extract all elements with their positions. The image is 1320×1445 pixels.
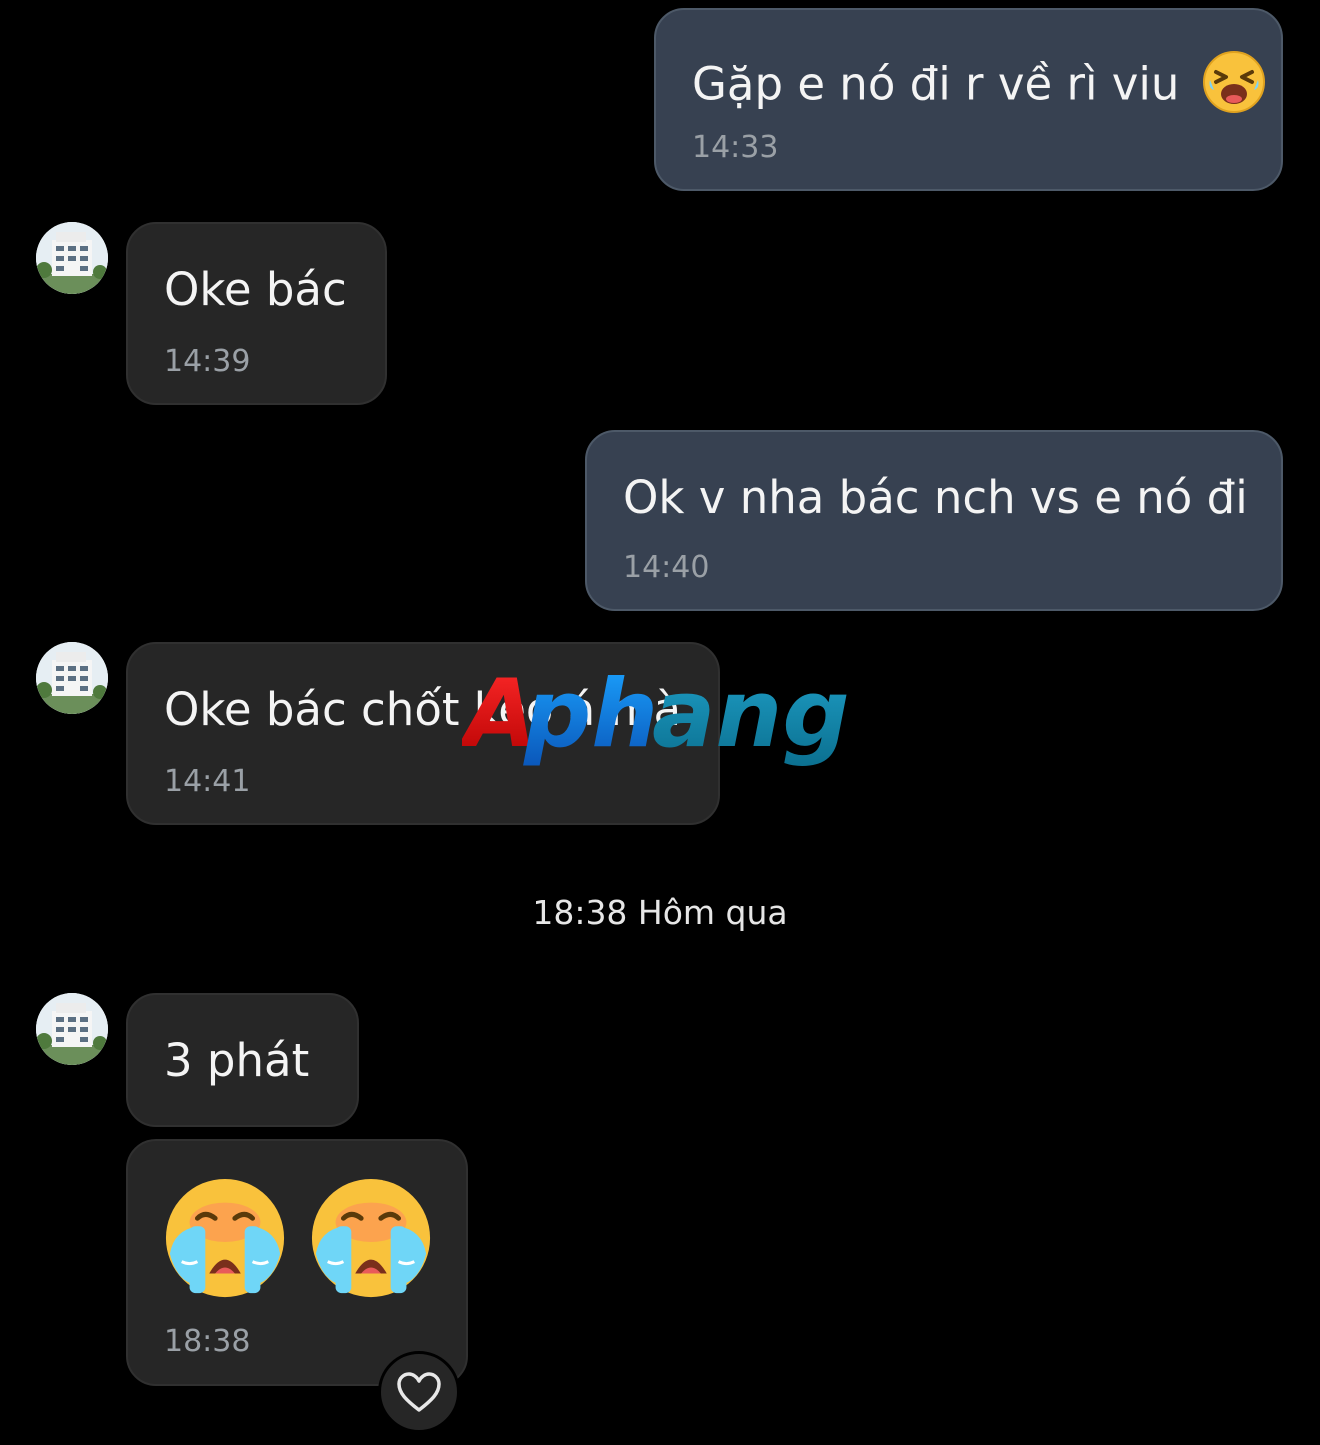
message-text: Oke bác chốt kèo á mà	[164, 683, 682, 736]
message-text: 3 phát	[164, 1034, 310, 1087]
message-timestamp: 14:41	[164, 764, 251, 799]
message-text: Gặp e nó đi r về rì viu	[692, 50, 1266, 125]
contact-avatar[interactable]	[36, 642, 108, 714]
message-text: Ok v nha bác nch vs e nó đi	[623, 471, 1248, 524]
message-text: Oke bác	[164, 263, 347, 316]
emoji-row	[162, 1175, 434, 1301]
message-timestamp: 18:38	[164, 1324, 251, 1359]
contact-avatar[interactable]	[36, 222, 108, 294]
message-bubble-outgoing[interactable]: Gặp e nó đi r về rì viu 14:33	[654, 8, 1283, 191]
message-text-content: Gặp e nó đi r về rì viu	[692, 57, 1180, 111]
message-bubble-incoming[interactable]: Oke bác 14:39	[126, 222, 387, 405]
loudly-crying-face-emoji	[311, 1178, 431, 1298]
message-bubble-incoming[interactable]: Oke bác chốt kèo á mà 14:41	[126, 642, 720, 825]
message-timestamp: 14:33	[692, 130, 779, 165]
loudly-crying-face-emoji	[165, 1178, 285, 1298]
message-timestamp: 14:39	[164, 344, 251, 379]
contact-avatar[interactable]	[36, 993, 108, 1065]
laughing-crying-face-emoji	[1202, 50, 1266, 125]
building-photo-icon	[36, 993, 108, 1065]
message-bubble-outgoing[interactable]: Ok v nha bác nch vs e nó đi 14:40	[585, 430, 1283, 611]
message-bubble-incoming[interactable]: 3 phát	[126, 993, 359, 1127]
building-photo-icon	[36, 642, 108, 714]
reaction-button[interactable]	[378, 1351, 460, 1433]
message-bubble-incoming[interactable]: 18:38	[126, 1139, 468, 1386]
heart-outline-icon	[397, 1372, 441, 1412]
message-timestamp: 14:40	[623, 550, 710, 585]
date-divider: 18:38 Hôm qua	[532, 893, 788, 932]
building-photo-icon	[36, 222, 108, 294]
